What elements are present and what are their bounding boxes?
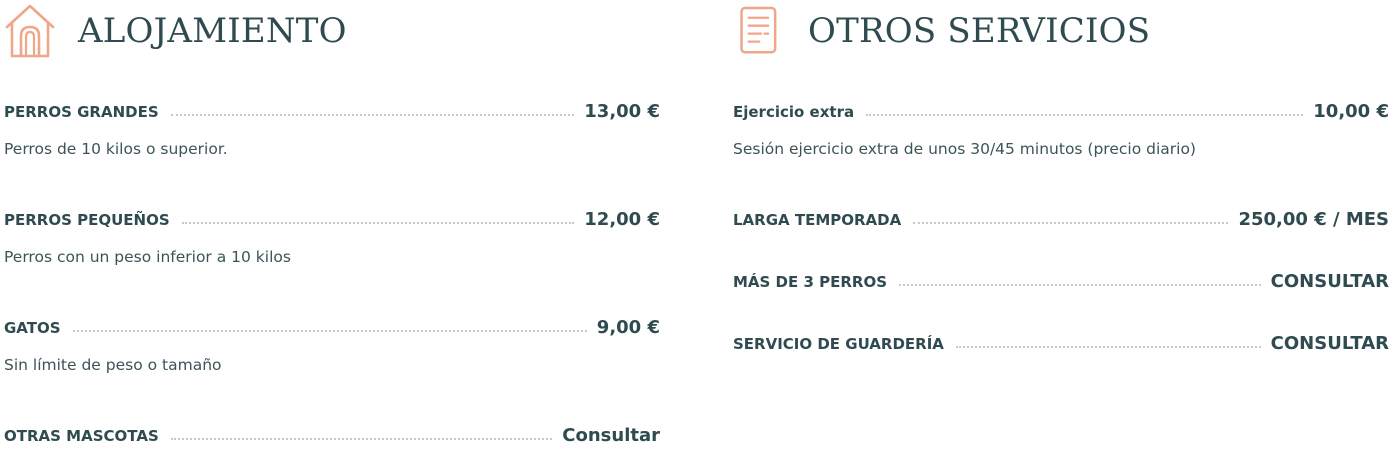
alojamiento-title: ALOJAMIENTO	[78, 11, 347, 51]
dotted-leader	[170, 438, 553, 440]
otros-servicios-title: OTROS SERVICIOS	[808, 11, 1151, 51]
dotted-leader	[72, 330, 587, 332]
otros-servicios-header: OTROS SERVICIOS	[738, 0, 1150, 62]
dotted-leader	[866, 114, 1304, 116]
dotted-leader	[955, 346, 1261, 348]
item-description: Perros con un peso inferior a 10 kilos	[4, 248, 291, 266]
item-price: CONSULTAR	[1270, 271, 1389, 292]
house-icon	[5, 4, 55, 58]
item-name: Ejercicio extra	[733, 103, 855, 121]
list-item: Ejercicio extra 10,00 € Sesión ejercicio…	[733, 101, 1389, 158]
dotted-leader	[913, 222, 1229, 224]
item-price: Consultar	[562, 425, 660, 446]
item-price: 10,00 €	[1313, 101, 1389, 122]
item-price: 12,00 €	[584, 209, 660, 230]
list-item: OTRAS MASCOTAS Consultar	[4, 425, 660, 451]
list-item: PERROS PEQUEÑOS 12,00 € Perros con un pe…	[4, 209, 660, 266]
item-description: Sin límite de peso o tamaño	[4, 356, 222, 374]
item-name: OTRAS MASCOTAS	[4, 427, 159, 445]
item-description: Perros de 10 kilos o superior.	[4, 140, 228, 158]
list-item: GATOS 9,00 € Sin límite de peso o tamaño	[4, 317, 660, 374]
alojamiento-header: ALOJAMIENTO	[4, 0, 347, 62]
dotted-leader	[181, 222, 575, 224]
list-item: PERROS GRANDES 13,00 € Perros de 10 kilo…	[4, 101, 660, 158]
list-item: SERVICIO DE GUARDERÍA CONSULTAR	[733, 333, 1389, 359]
item-name: MÁS DE 3 PERROS	[733, 273, 888, 291]
list-item: MÁS DE 3 PERROS CONSULTAR	[733, 271, 1389, 297]
dotted-leader	[899, 284, 1261, 286]
item-price: 250,00 € / MES	[1238, 209, 1389, 230]
item-price: 9,00 €	[596, 317, 660, 338]
item-name: PERROS GRANDES	[4, 103, 159, 121]
item-price: CONSULTAR	[1270, 333, 1389, 354]
item-name: SERVICIO DE GUARDERÍA	[733, 335, 944, 353]
item-description: Sesión ejercicio extra de unos 30/45 min…	[733, 140, 1196, 158]
item-name: PERROS PEQUEÑOS	[4, 211, 170, 229]
item-name: LARGA TEMPORADA	[733, 211, 902, 229]
item-price: 13,00 €	[584, 101, 660, 122]
dotted-leader	[170, 114, 575, 116]
document-icon	[740, 6, 777, 54]
item-name: GATOS	[4, 319, 61, 337]
list-item: LARGA TEMPORADA 250,00 € / MES	[733, 209, 1389, 235]
